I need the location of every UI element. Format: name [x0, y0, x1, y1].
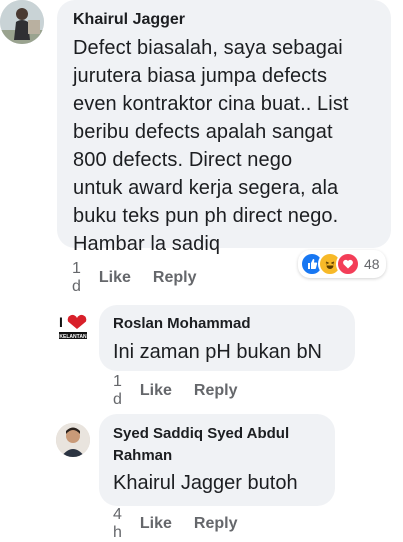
- comment-text: Khairul Jagger butoh: [113, 472, 298, 494]
- reactions-summary[interactable]: 48: [298, 250, 386, 278]
- comment-actions: 1 d Like Reply: [113, 373, 260, 409]
- comment-bubble: Roslan Mohammad Ini zaman pH bukan bN: [99, 305, 355, 371]
- comment-text: Ini zaman pH bukan bN: [113, 341, 323, 363]
- comment-timestamp[interactable]: 1 d: [72, 260, 81, 296]
- like-button[interactable]: Like: [140, 515, 172, 533]
- comment-timestamp[interactable]: 1 d: [113, 373, 122, 409]
- reply-button[interactable]: Reply: [153, 269, 197, 287]
- comment-author[interactable]: Syed Saddiq Syed Abdul Rahman: [113, 423, 321, 467]
- comment-bubble: Syed Saddiq Syed Abdul Rahman Khairul Ja…: [99, 414, 335, 506]
- reply-button[interactable]: Reply: [194, 515, 238, 533]
- reaction-count: 48: [364, 256, 380, 272]
- reply-button[interactable]: Reply: [194, 382, 238, 400]
- comment-author[interactable]: Khairul Jagger: [73, 10, 377, 30]
- avatar[interactable]: [56, 423, 90, 457]
- comment-bubble: Khairul Jagger Defect biasalah, saya seb…: [57, 0, 391, 255]
- comment-text: Defect biasalah, saya sebagai jurutera b…: [73, 37, 349, 255]
- person-photo-icon: [56, 423, 90, 457]
- like-button[interactable]: Like: [140, 382, 172, 400]
- person-photo-icon: [0, 0, 44, 44]
- svg-text:KELANTAN: KELANTAN: [59, 334, 87, 340]
- svg-text:I: I: [59, 314, 63, 330]
- comment-actions: 1 d Like Reply: [72, 260, 219, 296]
- comment-author[interactable]: Roslan Mohammad: [113, 314, 341, 334]
- like-button[interactable]: Like: [99, 269, 131, 287]
- avatar[interactable]: [0, 0, 44, 44]
- i-love-kelantan-logo[interactable]: I KELANTAN: [58, 312, 88, 342]
- comment-actions: 4 h Like Reply: [113, 506, 260, 542]
- comment-timestamp[interactable]: 4 h: [113, 506, 122, 542]
- love-icon: [336, 252, 360, 276]
